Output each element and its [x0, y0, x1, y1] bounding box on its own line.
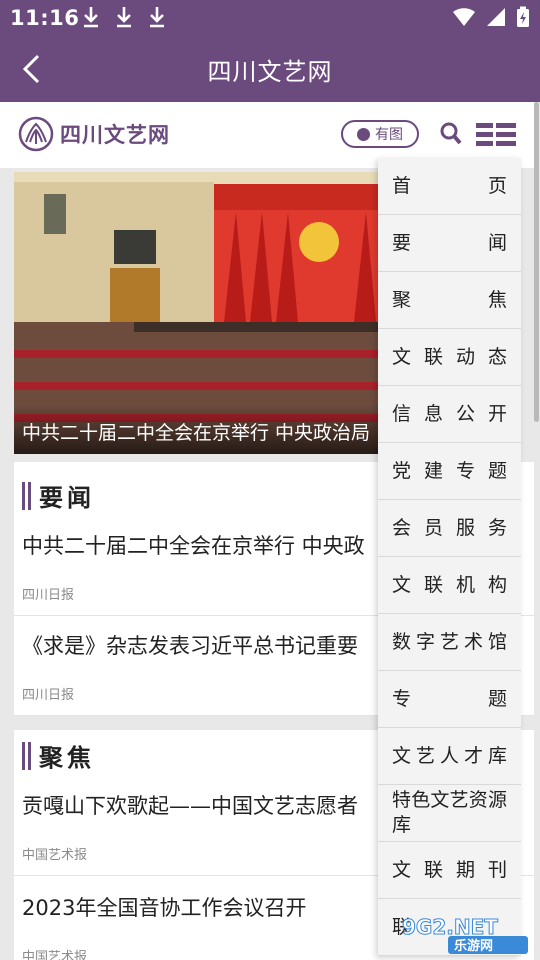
section-title: 要闻 — [39, 484, 95, 512]
menu-item[interactable]: 特色文艺资源库 — [378, 785, 521, 842]
menu-item[interactable]: 数字艺术馆 — [378, 614, 521, 671]
signal-icon — [487, 8, 505, 26]
news-source: 四川日报 — [22, 588, 75, 603]
nav-dropdown-menu: 首页要闻聚焦文联动态信息公开党建专题会员服务文联机构数字艺术馆专题文艺人才库特色… — [378, 158, 521, 956]
download-icon — [150, 7, 164, 28]
download-icon — [84, 7, 98, 28]
watermark-logo: 9G2.NET 乐游网 — [402, 915, 528, 954]
menu-item[interactable]: 文艺人才库 — [378, 728, 521, 785]
clock: 11:16 — [10, 6, 80, 30]
logo-emblem-icon — [18, 116, 54, 152]
menu-item[interactable]: 专题 — [378, 671, 521, 728]
menu-item[interactable]: 聚焦 — [378, 272, 521, 329]
menu-item[interactable]: 信息公开 — [378, 386, 521, 443]
menu-item[interactable]: 要闻 — [378, 215, 521, 272]
watermark-text: 9G2.NET — [402, 915, 498, 939]
menu-item-label: 专题 — [392, 687, 507, 710]
news-source: 四川日报 — [22, 688, 75, 703]
menu-item-label: 信息公开 — [392, 402, 507, 425]
scrollbar[interactable] — [534, 102, 539, 422]
image-mode-toggle[interactable]: 有图 — [341, 120, 419, 148]
section-marker — [22, 741, 31, 770]
menu-item[interactable]: 文联期刊 — [378, 842, 521, 899]
menu-item-label: 首页 — [392, 174, 507, 197]
menu-item-label: 文联机构 — [392, 573, 507, 596]
menu-item[interactable]: 党建专题 — [378, 443, 521, 500]
toggle-dot-icon — [357, 127, 370, 141]
menu-item-label: 文艺人才库 — [392, 744, 507, 767]
page-title: 四川文艺网 — [207, 58, 333, 86]
menu-item-label: 聚焦 — [392, 288, 507, 311]
battery-icon — [517, 6, 529, 27]
section-heading: 聚焦 — [22, 738, 95, 773]
logo-text: 四川文艺网 — [60, 123, 170, 147]
search-icon[interactable] — [440, 122, 462, 146]
menu-item-label: 数字艺术馆 — [392, 630, 507, 653]
menu-item-label: 特色文艺资源库 — [392, 789, 507, 836]
watermark-subtext: 乐游网 — [454, 938, 493, 954]
app-bar: 四川文艺网 — [0, 36, 540, 102]
menu-item[interactable]: 首页 — [378, 158, 521, 215]
download-icon — [117, 7, 131, 28]
section-heading: 要闻 — [22, 478, 95, 513]
news-source: 中国艺术报 — [22, 950, 88, 960]
menu-item[interactable]: 文联机构 — [378, 557, 521, 614]
menu-item-label: 会员服务 — [392, 516, 507, 539]
menu-item-label: 文联动态 — [392, 345, 507, 368]
menu-item[interactable]: 会员服务 — [378, 500, 521, 557]
site-logo[interactable]: 四川文艺网 — [18, 116, 170, 152]
toggle-label: 有图 — [375, 127, 403, 143]
news-source: 中国艺术报 — [22, 848, 88, 863]
menu-item-label: 党建专题 — [392, 459, 507, 482]
wifi-icon — [453, 8, 475, 26]
section-marker — [22, 481, 31, 510]
menu-item[interactable]: 文联动态 — [378, 329, 521, 386]
menu-item-label: 文联期刊 — [392, 858, 507, 881]
menu-item-label: 要闻 — [392, 231, 507, 254]
status-bar: 11:16 — [0, 0, 540, 36]
menu-icon[interactable] — [476, 122, 516, 148]
section-title: 聚焦 — [39, 744, 95, 772]
webview-content: 四川文艺网 有图 中共二十届二中全会在京举行 中央政治局 要闻 中共二十届二中全… — [0, 102, 540, 960]
